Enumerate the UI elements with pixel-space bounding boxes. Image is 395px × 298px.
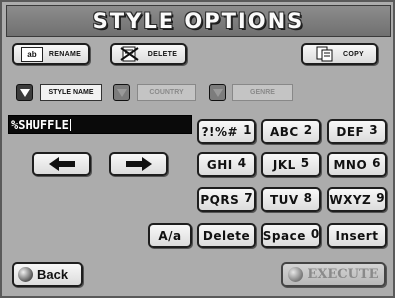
key-1-label: ?!%# <box>201 124 239 139</box>
case-toggle-label: A/a <box>158 228 182 243</box>
genre-filter[interactable]: GENRE <box>232 84 293 101</box>
rename-icon-text: ab <box>27 49 37 59</box>
back-label: Back <box>37 267 69 282</box>
copy-icon <box>316 46 333 62</box>
rename-button[interactable]: ab RENAME <box>12 43 90 65</box>
lcd-screen: STYLE OPTIONS ab RENAME DELETE COPY STYL <box>0 0 395 298</box>
key-9-number: 9 <box>376 190 385 205</box>
key-9[interactable]: WXYZ 9 <box>327 187 387 212</box>
key-7-number: 7 <box>244 190 253 205</box>
execute-label: EXECUTE <box>307 267 379 282</box>
style-name-value: %SHUFFLE <box>11 117 69 132</box>
delete-file-label: DELETE <box>147 50 178 58</box>
case-toggle-button[interactable]: A/a <box>148 223 192 248</box>
title-bar: STYLE OPTIONS <box>6 5 391 37</box>
key-5-label: JKL <box>272 157 296 172</box>
country-checkbox[interactable] <box>113 84 130 101</box>
style-name-input[interactable]: %SHUFFLE <box>8 115 192 134</box>
arrow-left-icon <box>48 157 75 171</box>
back-button[interactable]: Back <box>12 262 83 287</box>
key-4[interactable]: GHI 4 <box>197 152 256 177</box>
arrow-right-icon <box>125 157 152 171</box>
key-3-number: 3 <box>369 122 378 137</box>
key-1-number: 1 <box>243 122 252 137</box>
key-7[interactable]: PQRS 7 <box>197 187 256 212</box>
checkbox-arrow-icon <box>19 88 30 97</box>
execute-button[interactable]: EXECUTE <box>281 262 386 287</box>
style-name-filter[interactable]: STYLE NAME <box>40 84 102 101</box>
delete-char-label: Delete <box>202 228 251 243</box>
style-name-label: STYLE NAME <box>48 89 94 96</box>
key-3[interactable]: DEF 3 <box>327 119 387 144</box>
key-3-label: DEF <box>336 124 365 139</box>
key-0-space[interactable]: Space 0 <box>261 223 321 248</box>
cursor-right-button[interactable] <box>109 152 168 176</box>
page-title: STYLE OPTIONS <box>92 9 305 33</box>
copy-button[interactable]: COPY <box>301 43 378 65</box>
key-2-label: ABC <box>269 124 299 139</box>
country-label: COUNTRY <box>149 89 184 96</box>
delete-file-icon <box>120 46 139 62</box>
rename-label: RENAME <box>48 50 82 58</box>
delete-file-button[interactable]: DELETE <box>110 43 187 65</box>
key-7-label: PQRS <box>200 192 240 207</box>
insert-label: Insert <box>335 228 379 243</box>
style-name-checkbox[interactable] <box>16 84 33 101</box>
key-6-label: MNO <box>333 157 368 172</box>
key-8-number: 8 <box>303 190 313 205</box>
key-4-label: GHI <box>206 157 233 172</box>
key-2-number: 2 <box>303 122 313 137</box>
execute-lamp-icon <box>288 267 304 282</box>
key-4-number: 4 <box>237 155 247 170</box>
key-2[interactable]: ABC 2 <box>261 119 321 144</box>
checkbox-arrow-icon <box>116 88 127 97</box>
key-5-number: 5 <box>300 155 310 170</box>
key-6[interactable]: MNO 6 <box>327 152 387 177</box>
genre-label: GENRE <box>250 89 275 96</box>
text-cursor <box>69 118 71 131</box>
key-8-label: TUV <box>269 192 299 207</box>
back-lamp-icon <box>18 267 33 282</box>
key-1[interactable]: ?!%# 1 <box>197 119 256 144</box>
cursor-left-button[interactable] <box>32 152 91 176</box>
copy-label: COPY <box>342 50 365 58</box>
space-label: Space <box>262 228 306 243</box>
rename-icon: ab <box>20 46 43 62</box>
key-0-number: 0 <box>310 226 320 241</box>
key-9-label: WXYZ <box>329 192 372 207</box>
insert-button[interactable]: Insert <box>327 223 387 248</box>
delete-char-button[interactable]: Delete <box>197 223 256 248</box>
key-6-number: 6 <box>372 155 381 170</box>
country-filter[interactable]: COUNTRY <box>137 84 196 101</box>
key-5[interactable]: JKL 5 <box>261 152 321 177</box>
genre-checkbox[interactable] <box>209 84 226 101</box>
key-8[interactable]: TUV 8 <box>261 187 321 212</box>
checkbox-arrow-icon <box>212 88 223 97</box>
